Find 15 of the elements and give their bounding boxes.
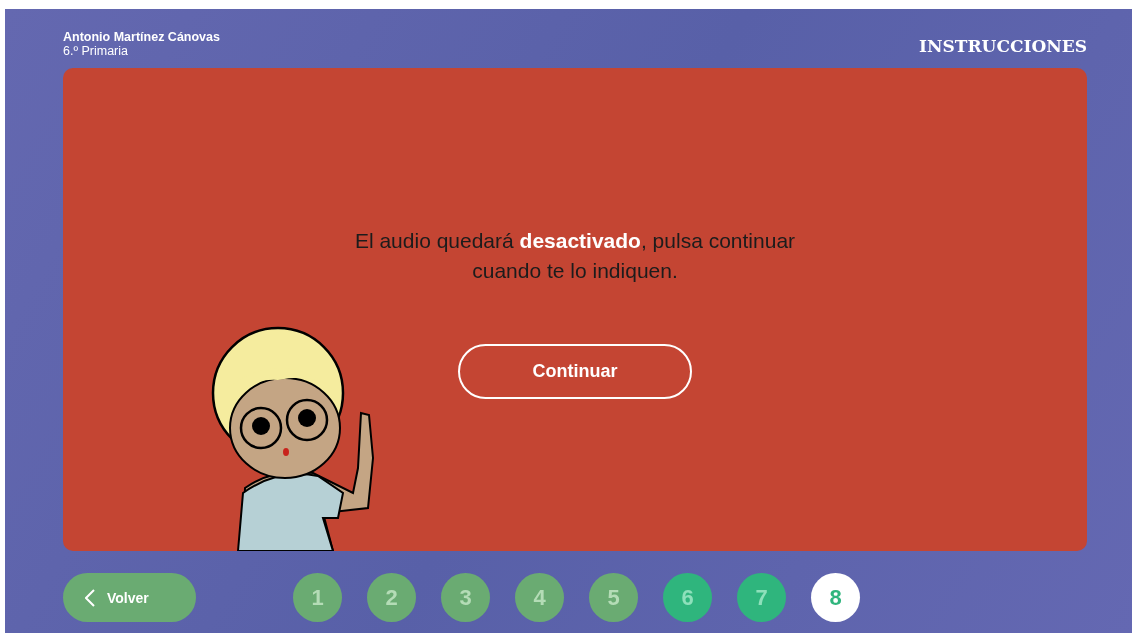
step-button[interactable]: 7 [737, 573, 786, 622]
back-button[interactable]: Volver [63, 573, 196, 622]
step-button[interactable]: 3 [441, 573, 490, 622]
step-button[interactable]: 4 [515, 573, 564, 622]
continue-button[interactable]: Continuar [458, 344, 692, 399]
step-button[interactable]: 2 [367, 573, 416, 622]
student-name: Antonio Martínez Cánovas [63, 30, 220, 44]
instruction-text: El audio quedará desactivado, pulsa continuar cuando te lo indiquen. [353, 228, 797, 284]
student-grade: 6.º Primaria [63, 44, 129, 59]
step-button[interactable]: 6 [663, 573, 712, 622]
step-button[interactable]: 5 [589, 573, 638, 622]
step-button[interactable]: 8 [811, 573, 860, 622]
chevron-left-icon [85, 588, 95, 607]
step-button[interactable]: 1 [293, 573, 342, 622]
section-title: INSTRUCCIONES [919, 36, 1087, 58]
